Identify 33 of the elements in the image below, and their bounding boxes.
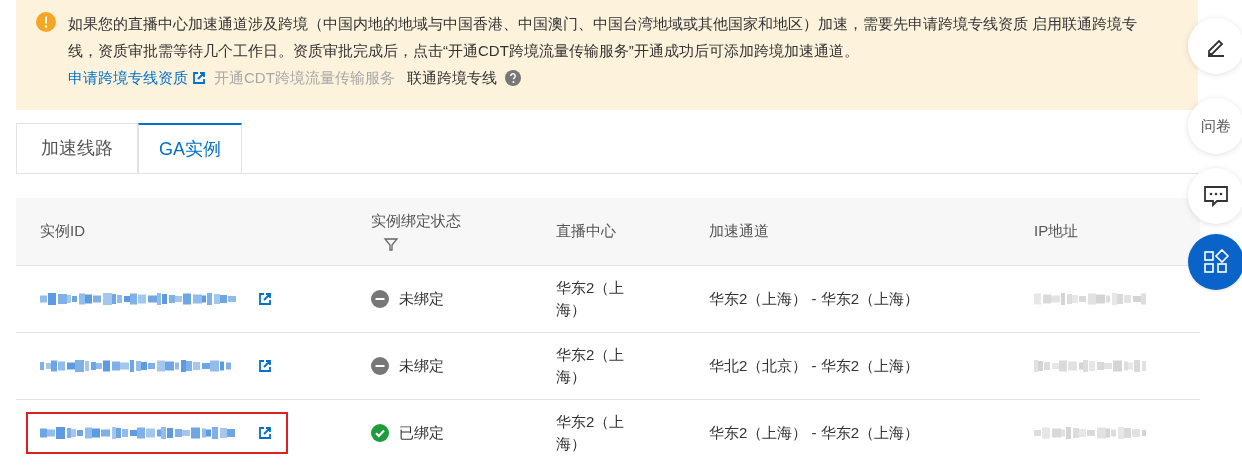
tab[interactable]: GA实例 — [138, 123, 242, 173]
tab[interactable]: 加速线路 — [16, 123, 138, 173]
apps-button[interactable] — [1188, 234, 1242, 290]
survey-button[interactable]: 问卷 — [1188, 98, 1242, 154]
warning-icon — [36, 12, 56, 32]
chat-icon — [1203, 184, 1229, 208]
external-link-icon[interactable] — [258, 426, 272, 440]
table-cell-text: 华东2（上海） - 华东2（上海） — [709, 422, 920, 443]
notice-label: 联通跨境专线 — [406, 68, 497, 88]
apps-icon — [1202, 248, 1230, 276]
external-link-icon[interactable] — [258, 292, 272, 306]
highlight-frame[interactable] — [26, 412, 288, 454]
chat-button[interactable] — [1188, 168, 1242, 224]
table-cell-text: 华北2（北京） - 华东2（上海） — [709, 355, 920, 376]
table-cell-text: 华东2（上海） — [556, 412, 626, 454]
table-cell-text: 已绑定 — [399, 422, 444, 443]
column-header: 实例ID — [39, 221, 86, 242]
filter-icon[interactable] — [383, 236, 399, 253]
notice-text: 如果您的直播中心加速通道涉及跨境（中国内地的地域与中国香港、中国澳门、中国台湾地域或其他国家和地区）加速，需要先申请跨境专线资质 启用联通跨境专线，资质审批需等待几个工作日。资质审批完成后，点击“开通CDT跨境流量传输服务”开通成功后可添加跨境加速通道。 — [68, 14, 1139, 61]
table-cell-text: 华东2（上海） — [556, 345, 626, 387]
edit-button[interactable] — [1188, 18, 1242, 74]
apply-link[interactable]: 申请跨境专线资质 — [68, 64, 188, 91]
table-cell-text: 未绑定 — [399, 288, 444, 309]
column-header: 实例绑定状态 — [371, 211, 462, 232]
external-link-icon[interactable] — [192, 70, 206, 85]
column-header: 直播中心 — [556, 221, 617, 242]
help-icon[interactable] — [504, 69, 521, 86]
table-cell-text: 未绑定 — [399, 355, 444, 376]
table-cell-text: 华东2（上海） — [556, 278, 626, 320]
external-link-icon[interactable] — [258, 359, 272, 373]
column-header: 加速通道 — [709, 221, 770, 242]
table-cell-text: 华东2（上海） - 华东2（上海） — [709, 288, 920, 309]
column-header: IP地址 — [1034, 221, 1079, 242]
